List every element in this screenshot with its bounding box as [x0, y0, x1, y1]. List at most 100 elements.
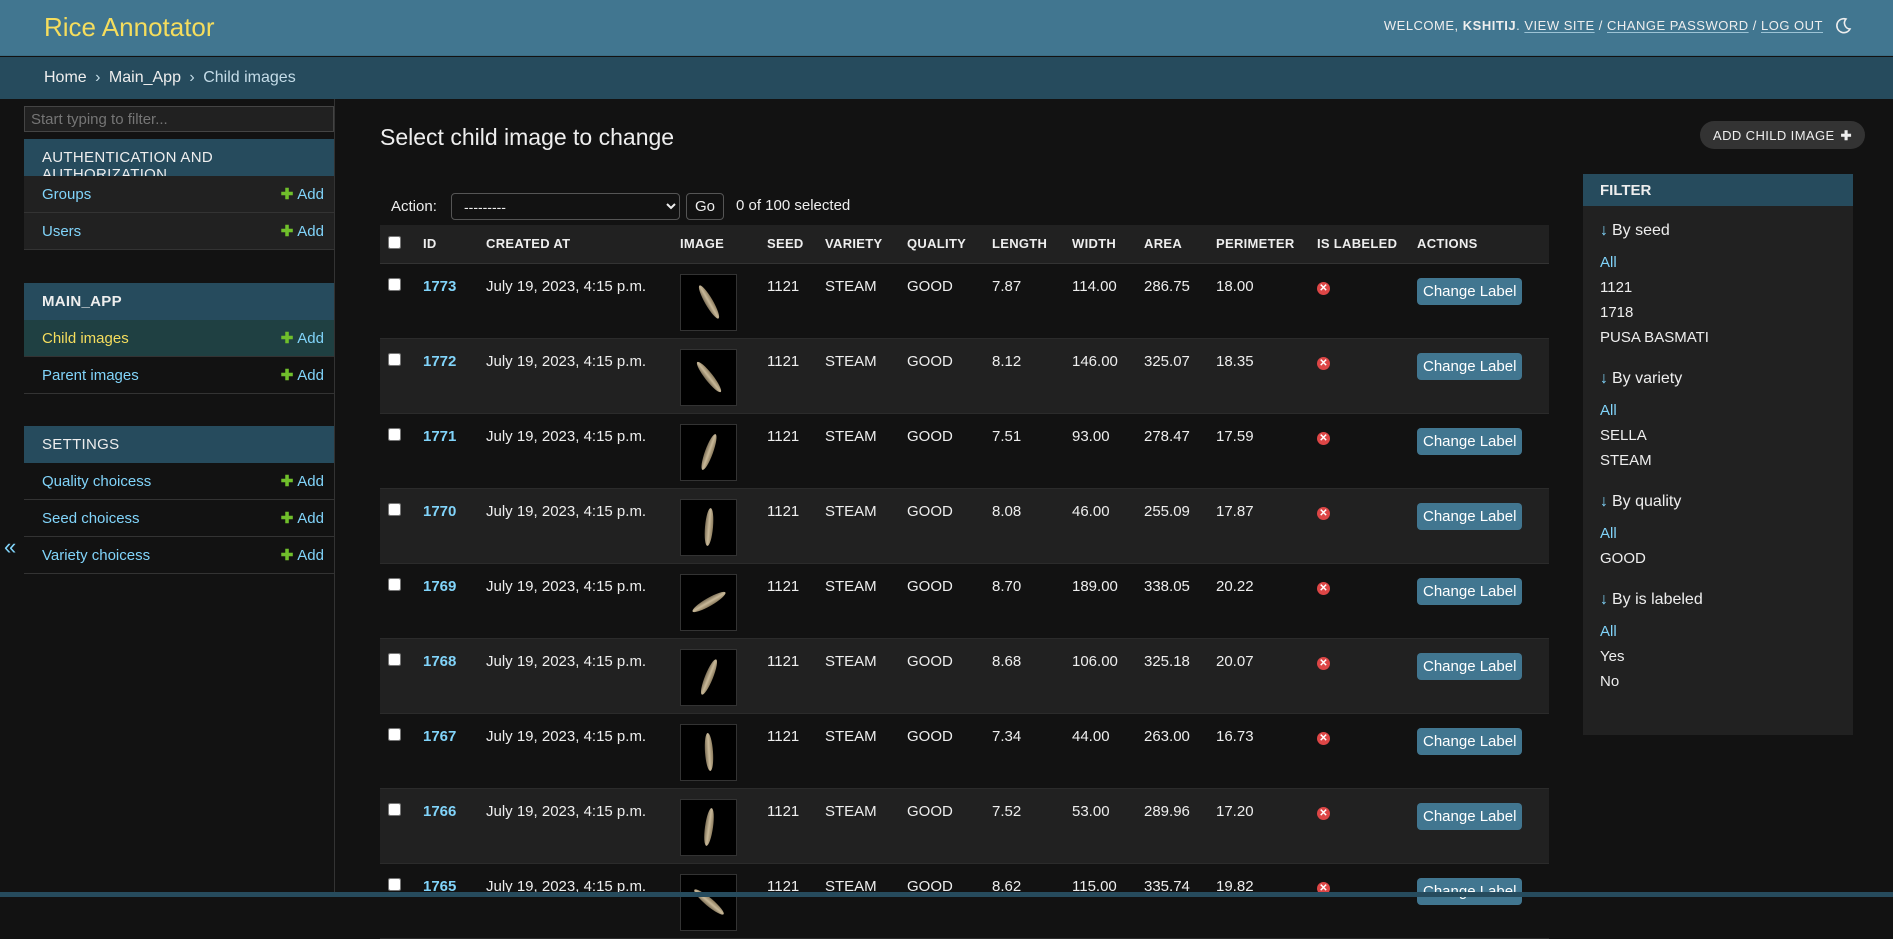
filter-option-link[interactable]: 1121: [1600, 279, 1632, 296]
rice-grain-thumbnail[interactable]: [680, 573, 737, 631]
filter-option[interactable]: 1718: [1600, 304, 1836, 329]
rice-grain-thumbnail[interactable]: [680, 798, 737, 856]
rice-grain-thumbnail[interactable]: [680, 498, 737, 556]
row-id-link[interactable]: 1768: [423, 653, 456, 670]
sidebar-item-label[interactable]: Parent images: [42, 367, 139, 384]
sidebar-item-variety-choicess[interactable]: Variety choicess ✚ Add: [24, 537, 334, 574]
add-users-link[interactable]: ✚ Add: [281, 222, 324, 240]
filter-option[interactable]: No: [1600, 673, 1836, 698]
filter-heading[interactable]: ↓ By seed: [1583, 222, 1853, 242]
column-header-quality[interactable]: QUALITY: [899, 225, 984, 264]
filter-option-link[interactable]: All: [1600, 402, 1617, 419]
rice-grain-thumbnail[interactable]: [680, 723, 737, 781]
filter-option[interactable]: 1121: [1600, 279, 1836, 304]
row-checkbox[interactable]: [388, 727, 401, 741]
filter-option-link[interactable]: PUSA BASMATI: [1600, 329, 1709, 346]
column-header-id[interactable]: ID: [415, 225, 478, 264]
row-checkbox[interactable]: [388, 352, 401, 366]
sidebar-item-label[interactable]: Quality choicess: [42, 473, 151, 490]
filter-option-link[interactable]: All: [1600, 254, 1617, 271]
filter-option[interactable]: PUSA BASMATI: [1600, 329, 1836, 354]
sidebar-item-quality-choicess[interactable]: Quality choicess ✚ Add: [24, 463, 334, 500]
row-checkbox[interactable]: [388, 652, 401, 666]
row-id-link[interactable]: 1767: [423, 728, 456, 745]
rice-grain-thumbnail[interactable]: [680, 423, 737, 481]
row-checkbox[interactable]: [388, 427, 401, 441]
filter-option-link[interactable]: All: [1600, 623, 1617, 640]
filter-option-link[interactable]: SELLA: [1600, 427, 1647, 444]
module-caption-auth[interactable]: AUTHENTICATION AND AUTHORIZATION: [24, 139, 334, 183]
column-header-width[interactable]: WIDTH: [1064, 225, 1136, 264]
filter-option-link[interactable]: STEAM: [1600, 452, 1652, 469]
row-checkbox[interactable]: [388, 502, 401, 516]
filter-option[interactable]: STEAM: [1600, 452, 1836, 477]
breadcrumb-home[interactable]: Home: [44, 69, 87, 86]
add-child-image-button[interactable]: ADD CHILD IMAGE ✚: [1700, 121, 1865, 149]
column-header-variety[interactable]: VARIETY: [817, 225, 899, 264]
sidebar-item-label[interactable]: Seed choicess: [42, 510, 140, 527]
log-out-link[interactable]: LOG OUT: [1761, 18, 1823, 33]
sidebar-item-label[interactable]: Users: [42, 223, 81, 240]
module-caption-settings[interactable]: SETTINGS: [24, 426, 334, 463]
change-label-button[interactable]: Change Label: [1417, 652, 1523, 680]
column-header-perimeter[interactable]: PERIMETER: [1208, 225, 1309, 264]
filter-option-link[interactable]: Yes: [1600, 648, 1624, 665]
filter-heading[interactable]: ↓ By is labeled: [1583, 591, 1853, 611]
sidebar-item-label[interactable]: Child images: [42, 330, 129, 347]
sidebar-item-groups[interactable]: Groups ✚ Add: [24, 176, 334, 213]
change-label-button[interactable]: Change Label: [1417, 727, 1523, 755]
view-site-link[interactable]: VIEW SITE: [1524, 18, 1594, 33]
row-checkbox[interactable]: [388, 277, 401, 291]
filter-option[interactable]: All: [1600, 525, 1836, 550]
change-label-button[interactable]: Change Label: [1417, 427, 1523, 455]
row-id-link[interactable]: 1771: [423, 428, 456, 445]
change-label-button[interactable]: Change Label: [1417, 577, 1523, 605]
column-header-length[interactable]: LENGTH: [984, 225, 1064, 264]
column-header-area[interactable]: AREA: [1136, 225, 1208, 264]
row-id-link[interactable]: 1766: [423, 803, 456, 820]
select-all-checkbox[interactable]: [388, 235, 401, 249]
filter-option-link[interactable]: All: [1600, 525, 1617, 542]
change-label-button[interactable]: Change Label: [1417, 502, 1523, 530]
change-password-link[interactable]: CHANGE PASSWORD: [1607, 18, 1749, 33]
filter-option[interactable]: GOOD: [1600, 550, 1836, 575]
change-label-button[interactable]: Change Label: [1417, 802, 1523, 830]
column-header-is-labeled[interactable]: IS LABELED: [1309, 225, 1409, 264]
site-branding[interactable]: Rice Annotator: [44, 12, 215, 43]
row-id-link[interactable]: 1769: [423, 578, 456, 595]
nav-filter-input[interactable]: [24, 106, 334, 132]
sidebar-item-seed-choicess[interactable]: Seed choicess ✚ Add: [24, 500, 334, 537]
action-select[interactable]: ---------: [451, 193, 680, 220]
row-id-link[interactable]: 1773: [423, 278, 456, 295]
rice-grain-thumbnail[interactable]: [680, 348, 737, 406]
change-label-button[interactable]: Change Label: [1417, 277, 1523, 305]
column-header-created-at[interactable]: CREATED AT: [478, 225, 672, 264]
row-checkbox[interactable]: [388, 577, 401, 591]
rice-grain-thumbnail[interactable]: [680, 873, 737, 931]
change-label-button[interactable]: Change Label: [1417, 352, 1523, 380]
add-variety-choicess-link[interactable]: ✚ Add: [281, 546, 324, 564]
sidebar-item-child-images[interactable]: Child images ✚ Add: [24, 320, 334, 357]
row-id-link[interactable]: 1770: [423, 503, 456, 520]
add-child-images-link[interactable]: ✚ Add: [281, 329, 324, 347]
sidebar-collapse-toggle[interactable]: «: [4, 534, 16, 560]
filter-heading[interactable]: ↓ By quality: [1583, 493, 1853, 513]
column-header-seed[interactable]: SEED: [759, 225, 817, 264]
column-header-image[interactable]: IMAGE: [672, 225, 759, 264]
sidebar-item-parent-images[interactable]: Parent images ✚ Add: [24, 357, 334, 394]
sidebar-item-label[interactable]: Groups: [42, 186, 91, 203]
breadcrumb-app[interactable]: Main_App: [109, 69, 181, 86]
change-label-button[interactable]: Change Label: [1417, 877, 1523, 905]
module-caption-main-app[interactable]: MAIN_APP: [24, 283, 334, 320]
add-groups-link[interactable]: ✚ Add: [281, 185, 324, 203]
add-parent-images-link[interactable]: ✚ Add: [281, 366, 324, 384]
moon-icon[interactable]: [1833, 16, 1853, 36]
rice-grain-thumbnail[interactable]: [680, 648, 737, 706]
filter-option-link[interactable]: GOOD: [1600, 550, 1646, 567]
filter-option[interactable]: All: [1600, 402, 1836, 427]
add-quality-choicess-link[interactable]: ✚ Add: [281, 472, 324, 490]
filter-option[interactable]: SELLA: [1600, 427, 1836, 452]
sidebar-item-label[interactable]: Variety choicess: [42, 547, 150, 564]
row-checkbox[interactable]: [388, 802, 401, 816]
filter-option-link[interactable]: No: [1600, 673, 1619, 690]
